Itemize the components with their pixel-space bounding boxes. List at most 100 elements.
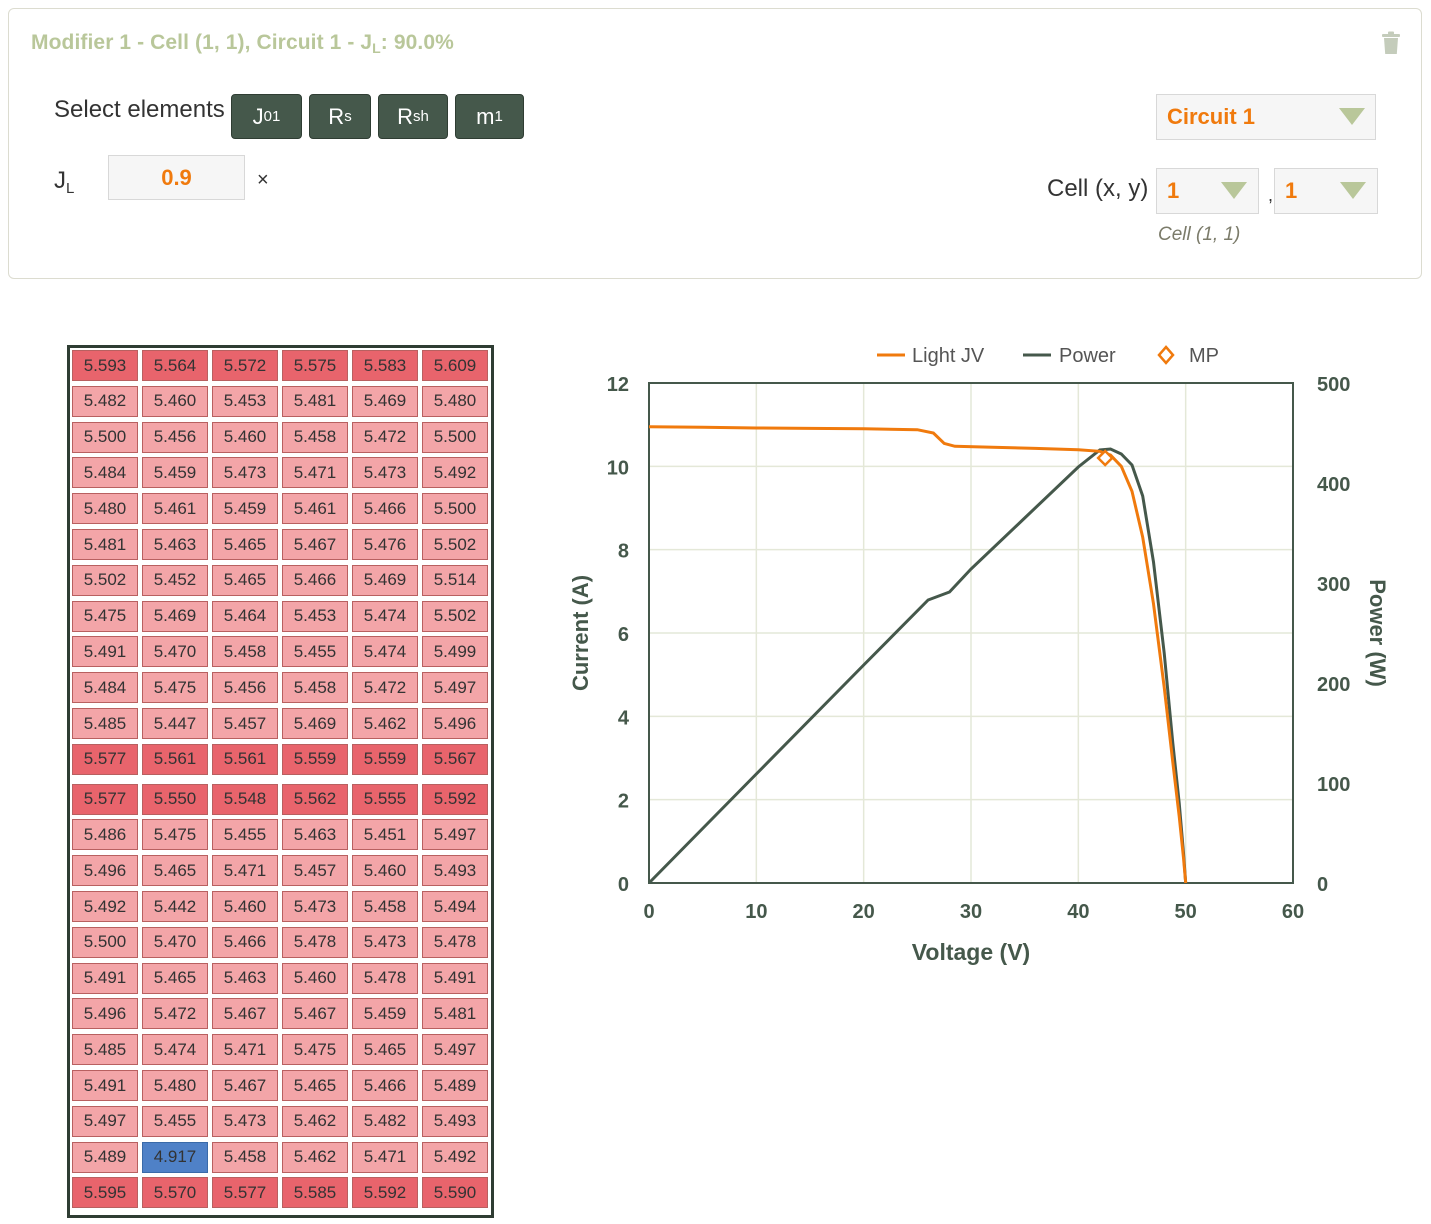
- grid-cell[interactable]: 5.559: [282, 743, 348, 775]
- grid-cell[interactable]: 5.491: [72, 636, 138, 668]
- grid-cell[interactable]: 5.500: [72, 926, 138, 958]
- grid-cell[interactable]: 5.492: [72, 891, 138, 922]
- grid-cell[interactable]: 5.496: [72, 998, 138, 1030]
- grid-cell[interactable]: 5.466: [352, 493, 418, 525]
- grid-cell[interactable]: 5.473: [282, 891, 348, 922]
- trash-icon[interactable]: [1381, 31, 1401, 55]
- grid-cell[interactable]: 5.472: [352, 421, 418, 453]
- grid-cell[interactable]: 5.480: [72, 493, 138, 525]
- grid-cell[interactable]: 5.491: [72, 962, 138, 994]
- grid-cell[interactable]: 5.453: [282, 600, 348, 632]
- grid-cell[interactable]: 5.491: [72, 1070, 138, 1101]
- grid-cell[interactable]: 5.460: [352, 855, 418, 887]
- grid-cell[interactable]: 5.466: [212, 926, 278, 958]
- grid-cell[interactable]: 5.489: [72, 1141, 138, 1173]
- grid-cell[interactable]: 5.458: [352, 891, 418, 922]
- grid-cell[interactable]: 5.492: [422, 1141, 488, 1173]
- grid-cell[interactable]: 5.564: [142, 350, 208, 381]
- grid-cell[interactable]: 5.471: [212, 1034, 278, 1066]
- grid-cell[interactable]: 5.459: [212, 493, 278, 525]
- grid-cell[interactable]: 5.570: [142, 1177, 208, 1209]
- grid-cell[interactable]: 5.500: [422, 421, 488, 453]
- grid-cell[interactable]: 5.496: [422, 708, 488, 739]
- grid-cell[interactable]: 5.465: [212, 564, 278, 596]
- grid-cell[interactable]: 5.485: [72, 708, 138, 739]
- grid-cell[interactable]: 5.459: [352, 998, 418, 1030]
- grid-cell[interactable]: 5.485: [72, 1034, 138, 1066]
- grid-cell[interactable]: 5.478: [282, 926, 348, 958]
- grid-cell[interactable]: 5.451: [352, 819, 418, 851]
- grid-cell[interactable]: 5.470: [142, 926, 208, 958]
- grid-cell[interactable]: 5.472: [142, 998, 208, 1030]
- grid-cell[interactable]: 5.474: [352, 600, 418, 632]
- grid-cell[interactable]: 4.917: [142, 1141, 208, 1173]
- grid-cell[interactable]: 5.456: [142, 421, 208, 453]
- grid-cell[interactable]: 5.475: [282, 1034, 348, 1066]
- grid-cell[interactable]: 5.480: [422, 385, 488, 417]
- grid-cell[interactable]: 5.561: [142, 743, 208, 775]
- grid-cell[interactable]: 5.458: [212, 1141, 278, 1173]
- grid-cell[interactable]: 5.497: [422, 819, 488, 851]
- grid-cell[interactable]: 5.593: [72, 350, 138, 381]
- grid-cell[interactable]: 5.492: [422, 457, 488, 489]
- grid-cell[interactable]: 5.463: [142, 529, 208, 560]
- grid-cell[interactable]: 5.473: [352, 926, 418, 958]
- grid-cell[interactable]: 5.497: [422, 1034, 488, 1066]
- grid-cell[interactable]: 5.493: [422, 855, 488, 887]
- grid-cell[interactable]: 5.466: [352, 1070, 418, 1101]
- grid-cell[interactable]: 5.473: [212, 457, 278, 489]
- grid-cell[interactable]: 5.463: [212, 962, 278, 994]
- grid-cell[interactable]: 5.475: [142, 819, 208, 851]
- grid-cell[interactable]: 5.497: [72, 1105, 138, 1137]
- grid-cell[interactable]: 5.555: [352, 783, 418, 815]
- grid-cell[interactable]: 5.466: [282, 564, 348, 596]
- grid-cell[interactable]: 5.583: [352, 350, 418, 381]
- grid-cell[interactable]: 5.577: [72, 743, 138, 775]
- grid-cell[interactable]: 5.462: [282, 1105, 348, 1137]
- grid-cell[interactable]: 5.471: [282, 457, 348, 489]
- grid-cell[interactable]: 5.471: [212, 855, 278, 887]
- grid-cell[interactable]: 5.467: [282, 998, 348, 1030]
- grid-cell[interactable]: 5.467: [212, 998, 278, 1030]
- grid-cell[interactable]: 5.475: [72, 600, 138, 632]
- grid-cell[interactable]: 5.465: [142, 962, 208, 994]
- jl-value-input[interactable]: 0.9: [108, 155, 245, 200]
- grid-cell[interactable]: 5.475: [142, 672, 208, 704]
- grid-cell[interactable]: 5.474: [142, 1034, 208, 1066]
- grid-cell[interactable]: 5.467: [212, 1070, 278, 1101]
- grid-cell[interactable]: 5.514: [422, 564, 488, 596]
- element-button-rs[interactable]: Rs: [309, 94, 371, 139]
- grid-cell[interactable]: 5.442: [142, 891, 208, 922]
- element-button-m1[interactable]: m1: [455, 94, 524, 139]
- grid-cell[interactable]: 5.458: [282, 421, 348, 453]
- grid-cell[interactable]: 5.496: [72, 855, 138, 887]
- grid-cell[interactable]: 5.473: [212, 1105, 278, 1137]
- grid-cell[interactable]: 5.476: [352, 529, 418, 560]
- grid-cell[interactable]: 5.484: [72, 672, 138, 704]
- grid-cell[interactable]: 5.470: [142, 636, 208, 668]
- element-button-j01[interactable]: J 01: [231, 94, 302, 139]
- grid-cell[interactable]: 5.502: [422, 529, 488, 560]
- grid-cell[interactable]: 5.465: [352, 1034, 418, 1066]
- grid-cell[interactable]: 5.577: [212, 1177, 278, 1209]
- grid-cell[interactable]: 5.465: [282, 1070, 348, 1101]
- grid-cell[interactable]: 5.502: [422, 600, 488, 632]
- grid-cell[interactable]: 5.465: [142, 855, 208, 887]
- grid-cell[interactable]: 5.460: [142, 385, 208, 417]
- grid-cell[interactable]: 5.572: [212, 350, 278, 381]
- grid-cell[interactable]: 5.455: [142, 1105, 208, 1137]
- grid-cell[interactable]: 5.461: [282, 493, 348, 525]
- grid-cell[interactable]: 5.457: [282, 855, 348, 887]
- cell-x-select[interactable]: 1: [1156, 168, 1259, 214]
- grid-cell[interactable]: 5.469: [282, 708, 348, 739]
- grid-cell[interactable]: 5.480: [142, 1070, 208, 1101]
- grid-cell[interactable]: 5.500: [72, 421, 138, 453]
- grid-cell[interactable]: 5.562: [282, 783, 348, 815]
- grid-cell[interactable]: 5.462: [282, 1141, 348, 1173]
- grid-cell[interactable]: 5.550: [142, 783, 208, 815]
- grid-cell[interactable]: 5.469: [352, 385, 418, 417]
- grid-cell[interactable]: 5.469: [352, 564, 418, 596]
- grid-cell[interactable]: 5.592: [352, 1177, 418, 1209]
- grid-cell[interactable]: 5.467: [282, 529, 348, 560]
- grid-cell[interactable]: 5.491: [422, 962, 488, 994]
